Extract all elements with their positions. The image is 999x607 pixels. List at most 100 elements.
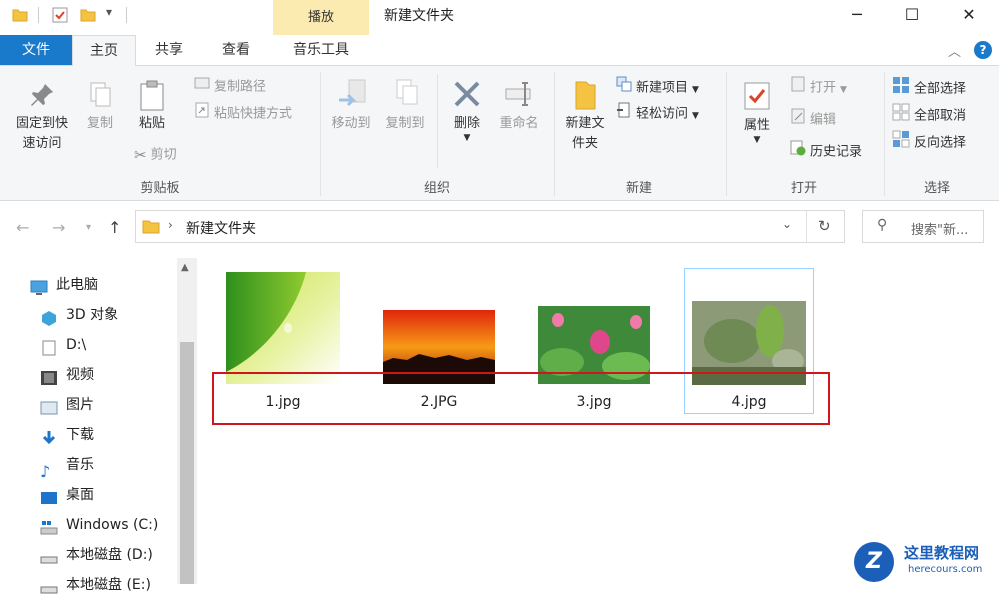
ribbon-tab-bar: 文件 主页 共享 查看 音乐工具 ︿ ?: [0, 35, 999, 67]
properties-button[interactable]: 属性 ▼: [734, 80, 780, 145]
maximize-button[interactable]: ☐: [889, 0, 935, 30]
scrollbar-thumb[interactable]: [180, 342, 194, 584]
new-folder-button[interactable]: 新建文件夹: [558, 78, 612, 154]
highlight-box: [212, 372, 830, 425]
up-arrow-icon[interactable]: ↑: [108, 218, 121, 237]
move-to-button[interactable]: 移动到: [326, 78, 376, 134]
back-arrow-icon[interactable]: ←: [16, 218, 29, 237]
chevron-down-icon: ▼: [692, 84, 699, 95]
tree-item-3d-objects[interactable]: 3D 对象: [40, 300, 118, 330]
group-label-new: 新建: [625, 181, 652, 196]
properties-check-icon[interactable]: [52, 7, 68, 23]
rename-button[interactable]: 重命名: [496, 78, 542, 134]
open-icon: [790, 76, 806, 100]
tree-item-d-root[interactable]: D:\: [40, 330, 86, 360]
copy-to-icon: [380, 78, 430, 114]
divider: [126, 7, 127, 23]
tab-music-tools[interactable]: 音乐工具: [273, 35, 369, 65]
scissors-icon: ✂: [134, 146, 147, 164]
edit-icon: [790, 108, 806, 132]
move-to-icon: [326, 78, 376, 114]
new-item-button[interactable]: 新建项目 ▼: [616, 76, 699, 98]
address-bar[interactable]: › 新建文件夹 ⌄ ↻: [135, 210, 845, 243]
tree-item-music[interactable]: ♪ 音乐: [40, 450, 94, 481]
divider: [38, 7, 39, 23]
title-bar: ▾ 播放 新建文件夹 ─ ☐ ✕: [0, 0, 999, 35]
desktop-icon: [40, 487, 58, 504]
divider: [437, 74, 438, 168]
invert-selection-button[interactable]: 反向选择: [892, 130, 966, 152]
forward-arrow-icon[interactable]: →: [52, 218, 65, 237]
paste-button[interactable]: 粘贴: [132, 80, 172, 134]
history-button[interactable]: 历史记录: [790, 140, 862, 162]
navigation-pane: 此电脑 3D 对象 D:\ 视频 图片 下载 ♪ 音乐 桌面 Windows (C…: [0, 258, 198, 594]
tree-item-local-disk-d[interactable]: 本地磁盘 (D:): [40, 540, 153, 570]
cut-button[interactable]: ✂ 剪切: [134, 144, 177, 166]
tab-view[interactable]: 查看: [204, 35, 268, 65]
watermark-logo: Z: [854, 542, 894, 582]
recent-locations-icon[interactable]: ▾: [86, 222, 91, 233]
chevron-down-icon: ▼: [692, 110, 699, 121]
copy-path-icon: [194, 76, 210, 98]
computer-icon: [30, 277, 48, 295]
thumbnail-green-leaf: [226, 272, 340, 384]
music-icon: ♪: [40, 462, 51, 481]
tree-item-downloads[interactable]: 下载: [40, 420, 94, 450]
tree-item-windows-c[interactable]: Windows (C:): [40, 510, 158, 540]
select-all-button[interactable]: 全部选择: [892, 76, 966, 98]
select-none-button[interactable]: 全部取消: [892, 103, 966, 125]
properties-check-icon: [734, 80, 780, 116]
collapse-ribbon-icon[interactable]: ︿: [948, 41, 961, 60]
group-label-clipboard: 剪贴板: [140, 181, 180, 196]
copy-button[interactable]: 复制: [80, 80, 120, 134]
refresh-icon[interactable]: ↻: [818, 217, 831, 235]
document-icon: [40, 337, 58, 356]
breadcrumb-current[interactable]: 新建文件夹: [186, 218, 256, 238]
tree-item-videos[interactable]: 视频: [40, 360, 94, 390]
drive-icon: [40, 547, 58, 564]
select-all-icon: [892, 76, 910, 102]
tree-item-pictures[interactable]: 图片: [40, 390, 94, 420]
copy-path-button[interactable]: 复制路径: [194, 76, 266, 98]
new-folder-icon: [558, 78, 612, 114]
paste-shortcut-icon: [194, 102, 210, 126]
edit-button[interactable]: 编辑: [790, 108, 836, 130]
new-item-icon: [616, 76, 632, 100]
history-icon: [790, 140, 806, 164]
tree-item-local-disk-e[interactable]: 本地磁盘 (E:): [40, 570, 151, 600]
window-title: 新建文件夹: [384, 8, 454, 24]
tab-share[interactable]: 共享: [138, 35, 200, 65]
open-button[interactable]: 打开 ▼: [790, 76, 847, 98]
tab-file[interactable]: 文件: [0, 35, 72, 65]
ribbon: 固定到快速访问 复制 粘贴 复制路径 粘贴快捷方式 ✂ 剪切 剪贴板 移动到 复制…: [0, 66, 999, 201]
copy-to-button[interactable]: 复制到: [380, 78, 430, 134]
paste-shortcut-button[interactable]: 粘贴快捷方式: [194, 102, 292, 124]
tree-item-this-pc[interactable]: 此电脑: [30, 270, 98, 300]
new-folder-icon[interactable]: [80, 7, 96, 23]
tab-home[interactable]: 主页: [72, 35, 136, 67]
pictures-icon: [40, 397, 58, 415]
chevron-right-icon[interactable]: ›: [168, 218, 173, 232]
group-label-select: 选择: [923, 181, 950, 196]
search-box[interactable]: ⚲ 搜索"新...: [862, 210, 984, 243]
chevron-down-icon: ▼: [463, 133, 471, 143]
scroll-up-icon[interactable]: ▲: [181, 262, 189, 273]
help-icon[interactable]: ?: [974, 41, 992, 59]
close-button[interactable]: ✕: [946, 0, 992, 30]
easy-access-button[interactable]: 轻松访问 ▼: [616, 102, 699, 124]
tree-item-desktop[interactable]: 桌面: [40, 480, 94, 510]
pin-to-quick-access-button[interactable]: 固定到快速访问: [6, 80, 78, 154]
delete-button[interactable]: 删除 ▼: [444, 78, 490, 143]
group-label-organize: 组织: [423, 181, 450, 196]
watermark: Z 这里教程网 herecours.com: [852, 538, 999, 584]
pin-icon: [6, 80, 78, 114]
context-tab-play[interactable]: 播放: [273, 0, 369, 35]
chevron-down-icon[interactable]: ⌄: [782, 217, 792, 231]
chevron-down-icon: ▼: [753, 135, 761, 145]
customize-quick-access-icon[interactable]: ▾: [106, 5, 112, 19]
chevron-down-icon: ▼: [840, 84, 847, 95]
folder-icon[interactable]: [12, 7, 28, 23]
clipboard-icon: [132, 80, 172, 114]
select-none-icon: [892, 103, 910, 129]
minimize-button[interactable]: ─: [834, 0, 880, 30]
